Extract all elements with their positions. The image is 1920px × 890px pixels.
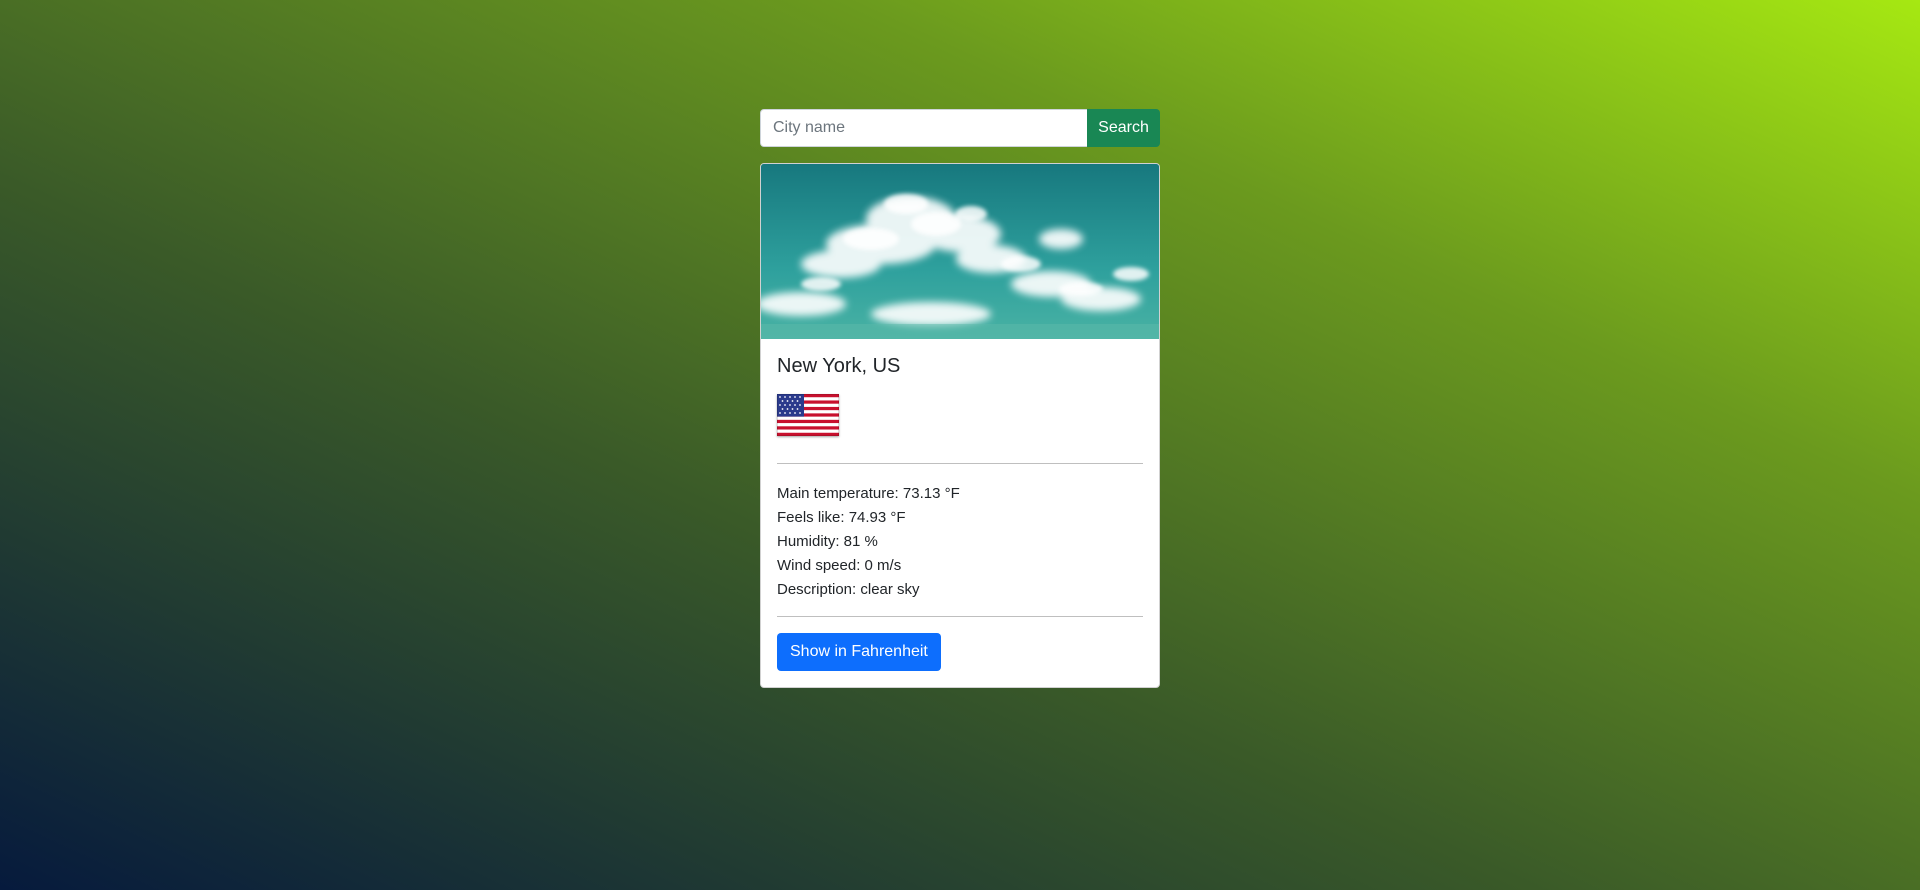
wind-speed: Wind speed: 0 m/s (777, 557, 902, 574)
search-button[interactable]: Search (1087, 109, 1160, 147)
city-title: New York, US (777, 355, 901, 377)
us-flag-icon (777, 394, 839, 436)
clouds-sky-image (761, 164, 1159, 339)
divider (777, 463, 1143, 464)
weather-app: Search (760, 109, 1160, 688)
weather-card: New York, US Main temperature: 73.13 °F … (760, 163, 1160, 688)
feels-like: Feels like: 74.93 °F (777, 509, 906, 526)
main-temperature: Main temperature: 73.13 °F (777, 485, 960, 502)
show-fahrenheit-button[interactable]: Show in Fahrenheit (777, 633, 941, 671)
search-bar: Search (760, 109, 1160, 147)
divider (777, 616, 1143, 617)
weather-details: Main temperature: 73.13 °F Feels like: 7… (777, 482, 1143, 602)
card-body: New York, US Main temperature: 73.13 °F … (761, 339, 1159, 687)
description: Description: clear sky (777, 581, 920, 598)
city-search-input[interactable] (760, 109, 1087, 147)
humidity: Humidity: 81 % (777, 533, 878, 550)
